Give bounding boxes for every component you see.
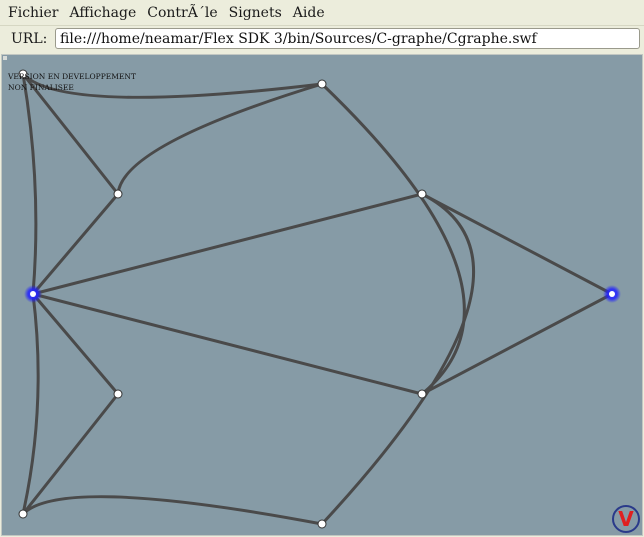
- graph-canvas[interactable]: V: [2, 55, 642, 535]
- development-notice: VERSION EN DEVELOPPEMENT NON FINALISEE: [8, 71, 136, 93]
- node-lower-inner: [113, 389, 123, 399]
- graph-nodes[interactable]: [18, 69, 621, 529]
- node-upper-right: [417, 189, 427, 199]
- edge-bottomleft-bottommid: [21, 495, 324, 526]
- menu-bar: Fichier Affichage ContrÃ´le Signets Aide: [0, 0, 644, 25]
- node-left-hub-selected: [24, 285, 42, 303]
- menu-signets[interactable]: Signets: [229, 5, 282, 21]
- browser-window: Fichier Affichage ContrÃ´le Signets Aide…: [0, 0, 644, 537]
- flash-content-area[interactable]: V VERSION EN DEVELOPPEMENT NON FINALISEE: [1, 54, 643, 536]
- edge-upperinner-lefthub: [31, 192, 120, 296]
- node-bottom-left: [18, 509, 28, 519]
- notice-line-1: VERSION EN DEVELOPPEMENT: [8, 72, 136, 81]
- node-bottom-mid: [317, 519, 327, 529]
- edge-upperright-lefthub: [31, 192, 424, 296]
- edge-lefthub-lowerright: [31, 292, 424, 396]
- app-logo-icon[interactable]: V: [612, 505, 640, 533]
- url-bar: URL:: [0, 25, 644, 54]
- url-label: URL:: [11, 31, 48, 47]
- node-upper-inner: [113, 189, 123, 199]
- edge-upperright-farright: [420, 192, 614, 296]
- edge-topmid-lowerright: [320, 82, 466, 396]
- edge-topleft-lefthub: [21, 72, 38, 296]
- menu-fichier[interactable]: Fichier: [8, 5, 59, 21]
- edge-lefthub-lowerinner: [31, 292, 120, 396]
- node-far-right-selected: [603, 285, 621, 303]
- edge-topmid-upperinner: [116, 82, 324, 196]
- menu-affichage[interactable]: Affichage: [70, 5, 137, 21]
- menu-controle[interactable]: ContrÃ´le: [147, 5, 217, 21]
- node-top-mid: [317, 79, 327, 89]
- graph-edges: [21, 72, 614, 526]
- notice-line-2: NON FINALISEE: [8, 83, 74, 92]
- logo-letter: V: [618, 507, 634, 531]
- menu-aide[interactable]: Aide: [293, 5, 325, 21]
- node-lower-right: [417, 389, 427, 399]
- edge-farright-lowerright: [420, 292, 614, 396]
- url-input[interactable]: [55, 28, 640, 49]
- edge-lefthub-bottomleft: [21, 292, 40, 516]
